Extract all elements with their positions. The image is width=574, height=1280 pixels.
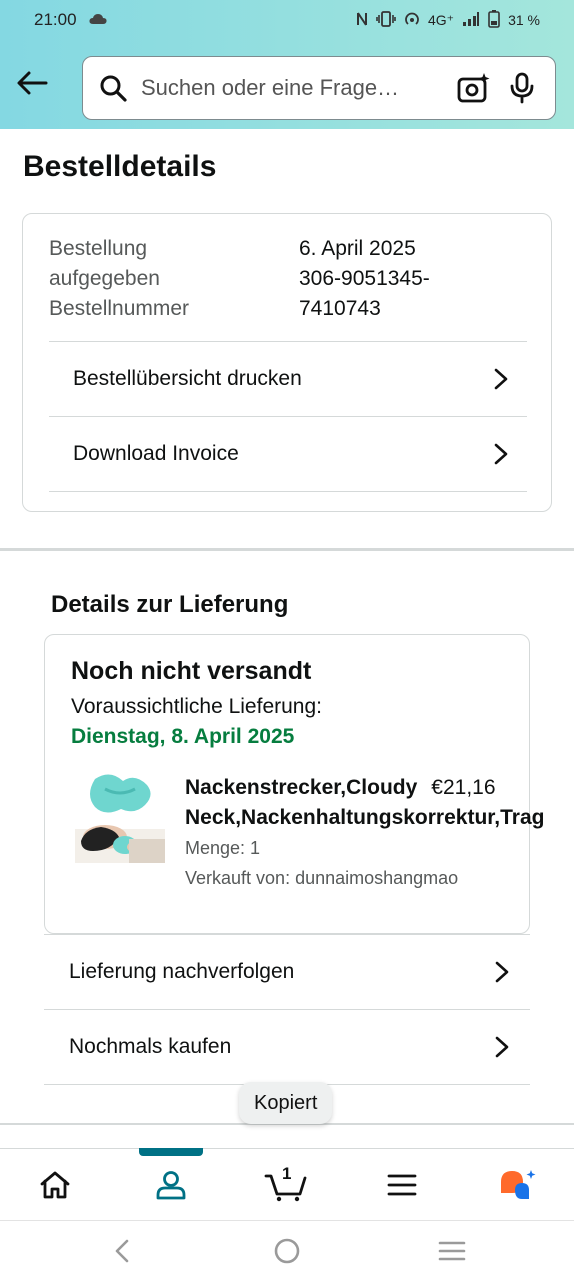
status-time: 21:00: [34, 10, 77, 29]
delivery-eta-date: Dienstag, 8. April 2025: [71, 725, 295, 748]
search-input[interactable]: Suchen oder eine Frage…: [141, 75, 443, 101]
app-header: Suchen oder eine Frage…: [0, 40, 574, 129]
back-button[interactable]: [14, 65, 50, 101]
system-recents-icon: [438, 1241, 466, 1261]
print-order-summary-link[interactable]: Bestellübersicht drucken: [49, 341, 527, 416]
product-price: €21,16: [431, 776, 496, 799]
delivery-section-title: Details zur Lieferung: [51, 591, 289, 618]
home-icon: [40, 1171, 70, 1199]
nav-assistant[interactable]: [486, 1149, 550, 1221]
nfc-icon: [356, 11, 368, 30]
shipment-card: Noch nicht versandt Voraussichtliche Lie…: [44, 634, 544, 934]
system-recents-button[interactable]: [434, 1235, 470, 1267]
product-quantity: Menge: 1: [185, 838, 261, 858]
system-back-button[interactable]: [104, 1235, 140, 1267]
battery-icon: [488, 9, 500, 31]
buy-again-label: Nochmals kaufen: [69, 1035, 232, 1058]
order-number-value: 306-9051345-7410743: [299, 267, 430, 320]
cloud-icon: [88, 13, 107, 28]
divider: [49, 491, 527, 492]
bottom-navigation: 1: [0, 1148, 574, 1220]
buy-again-link[interactable]: Nochmals kaufen: [44, 1009, 530, 1084]
product-seller: Verkauft von: dunnaimoshangmao: [185, 868, 459, 888]
track-package-link[interactable]: Lieferung nachverfolgen: [44, 934, 530, 1009]
camera-lens-icon[interactable]: [457, 71, 491, 105]
shipment-status: Noch nicht versandt: [71, 657, 312, 685]
search-bar[interactable]: Suchen oder eine Frage…: [82, 56, 556, 120]
chevron-right-icon: [491, 441, 511, 467]
copied-toast: Kopiert: [239, 1082, 333, 1124]
section-divider: [0, 548, 574, 551]
product-details: Nackenstrecker,Cloudy €21,16 Neck,Nackenh…: [185, 773, 555, 893]
page-title: Bestelldetails: [23, 150, 217, 183]
nav-home[interactable]: [23, 1149, 87, 1221]
account-icon: [156, 1171, 186, 1200]
product-name[interactable]: Nackenstrecker,Cloudy: [185, 776, 417, 799]
order-info: Bestellung aufgegeben Bestellnummer 6. A…: [49, 234, 529, 324]
order-placed-value: 6. April 2025: [299, 237, 416, 260]
product-name-line-2[interactable]: Neck,Nackenhaltungskorrektur,Trag: [185, 803, 555, 833]
download-invoice-label: Download Invoice: [73, 442, 239, 465]
signal-icon: [462, 11, 480, 30]
order-placed-label: Bestellung aufgegeben: [49, 237, 160, 290]
vibrate-icon: [376, 10, 396, 30]
order-number-label: Bestellnummer: [49, 297, 190, 320]
back-arrow-icon: [17, 71, 48, 95]
system-back-icon: [115, 1239, 129, 1263]
delivery-eta-label: Voraussichtliche Lieferung:: [71, 695, 322, 718]
status-bar: 21:00 4G⁺ 31 %: [0, 0, 574, 40]
chevron-right-icon: [492, 959, 512, 985]
battery-percent: 31 %: [508, 12, 540, 28]
network-type: 4G⁺: [428, 11, 455, 28]
chevron-right-icon: [491, 366, 511, 392]
print-order-summary-label: Bestellübersicht drucken: [73, 367, 302, 390]
download-invoice-link[interactable]: Download Invoice: [49, 416, 527, 491]
product-name-line[interactable]: Nackenstrecker,Cloudy €21,16: [185, 773, 555, 803]
nav-account[interactable]: [139, 1149, 203, 1221]
system-navigation-bar: [0, 1220, 574, 1280]
chevron-right-icon: [492, 1034, 512, 1060]
hotspot-icon: [404, 11, 420, 30]
product-image[interactable]: [75, 771, 165, 863]
cart-count-badge: 1: [282, 1164, 292, 1183]
microphone-icon[interactable]: [505, 71, 539, 105]
track-package-label: Lieferung nachverfolgen: [69, 960, 295, 983]
nav-menu[interactable]: [370, 1149, 434, 1221]
search-icon: [100, 75, 127, 102]
system-home-button[interactable]: [269, 1235, 305, 1267]
menu-icon: [387, 1174, 417, 1196]
nav-cart[interactable]: 1: [254, 1149, 318, 1221]
rufus-assistant-icon: [501, 1170, 536, 1199]
order-summary-card: Bestellung aufgegeben Bestellnummer 6. A…: [22, 213, 552, 512]
system-home-icon: [274, 1238, 300, 1264]
